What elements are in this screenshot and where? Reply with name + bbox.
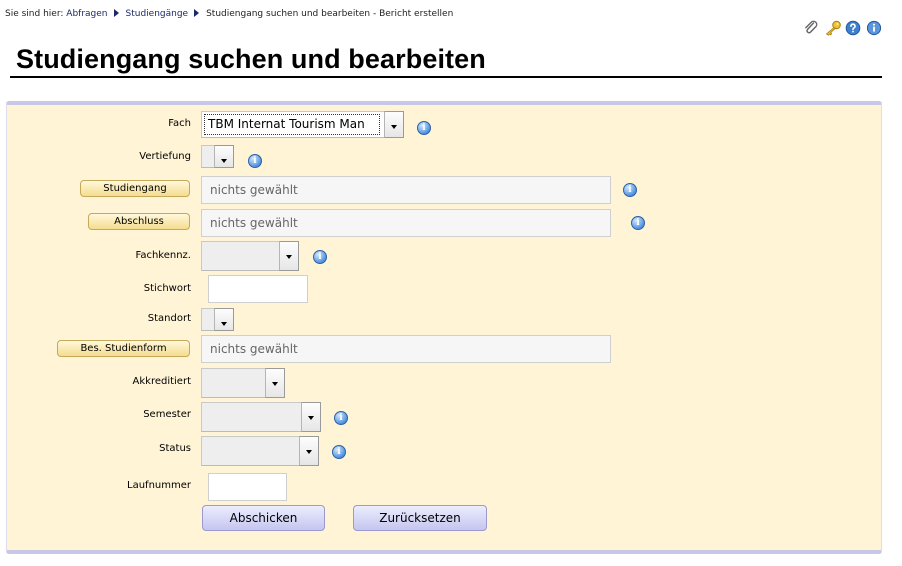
abschluss-field[interactable]: nichts gewählt [201,209,611,237]
standort-label: Standort [147,313,191,324]
chevron-down-icon[interactable] [279,241,299,271]
chevron-down-icon[interactable] [214,145,234,168]
vertiefung-select[interactable] [201,145,234,168]
breadcrumb-prefix: Sie sind hier: [5,9,64,19]
chevron-down-icon[interactable] [384,111,404,138]
akkreditiert-select[interactable] [201,368,285,398]
fach-select-value: TBM Internat Tourism Man [208,117,365,131]
studienform-field[interactable]: nichts gewählt [201,335,611,363]
key-icon[interactable] [824,20,841,36]
laufnummer-label: Laufnummer [127,480,191,491]
semester-select[interactable] [201,402,321,432]
akkreditiert-label: Akkreditiert [132,376,191,387]
status-info-icon[interactable] [332,445,346,459]
studiengang-field[interactable]: nichts gewählt [201,176,611,204]
chevron-down-icon[interactable] [265,368,285,398]
studiengang-button[interactable]: Studiengang [80,180,190,197]
semester-label: Semester [143,409,191,420]
stichwort-input[interactable] [208,275,308,303]
abschluss-info-icon[interactable] [631,216,645,230]
paperclip-icon[interactable] [803,20,819,36]
status-label: Status [159,443,191,454]
studienform-button[interactable]: Bes. Studienform [57,340,190,357]
toolbar-icons [803,20,882,36]
title-divider [10,76,882,78]
fach-info-icon[interactable] [417,121,431,135]
vertiefung-label: Vertiefung [139,151,191,162]
page-title: Studiengang suchen und bearbeiten [16,44,486,74]
semester-info-icon[interactable] [334,411,348,425]
breadcrumb-link-studiengaenge[interactable]: Studiengänge [126,9,189,19]
studiengang-info-icon[interactable] [623,183,637,197]
fach-label: Fach [168,118,191,129]
breadcrumb-current: Studiengang suchen und bearbeiten - Beri… [206,9,454,19]
info-icon[interactable] [866,20,882,36]
chevron-down-icon[interactable] [214,308,234,331]
help-icon[interactable] [845,20,861,36]
breadcrumb-arrow-icon [194,9,200,17]
abschluss-button[interactable]: Abschluss [88,213,190,230]
standort-select[interactable] [201,308,234,331]
laufnummer-input[interactable] [208,473,287,501]
fach-select[interactable]: TBM Internat Tourism Man [201,111,404,138]
breadcrumb-link-abfragen[interactable]: Abfragen [66,9,107,19]
breadcrumb: Sie sind hier: Abfragen Studiengänge Stu… [5,9,453,19]
fachkennz-select[interactable] [201,241,299,271]
search-form-panel: Fach TBM Internat Tourism Man Vertiefung… [6,101,882,554]
vertiefung-info-icon[interactable] [248,154,262,168]
stichwort-label: Stichwort [143,283,191,294]
reset-button[interactable]: Zurücksetzen [353,505,487,531]
chevron-down-icon[interactable] [301,402,321,432]
status-select[interactable] [201,436,319,466]
breadcrumb-arrow-icon [113,9,119,17]
submit-button[interactable]: Abschicken [202,505,325,531]
fachkennz-info-icon[interactable] [313,250,327,264]
fachkennz-label: Fachkennz. [135,250,192,261]
chevron-down-icon[interactable] [299,436,319,466]
